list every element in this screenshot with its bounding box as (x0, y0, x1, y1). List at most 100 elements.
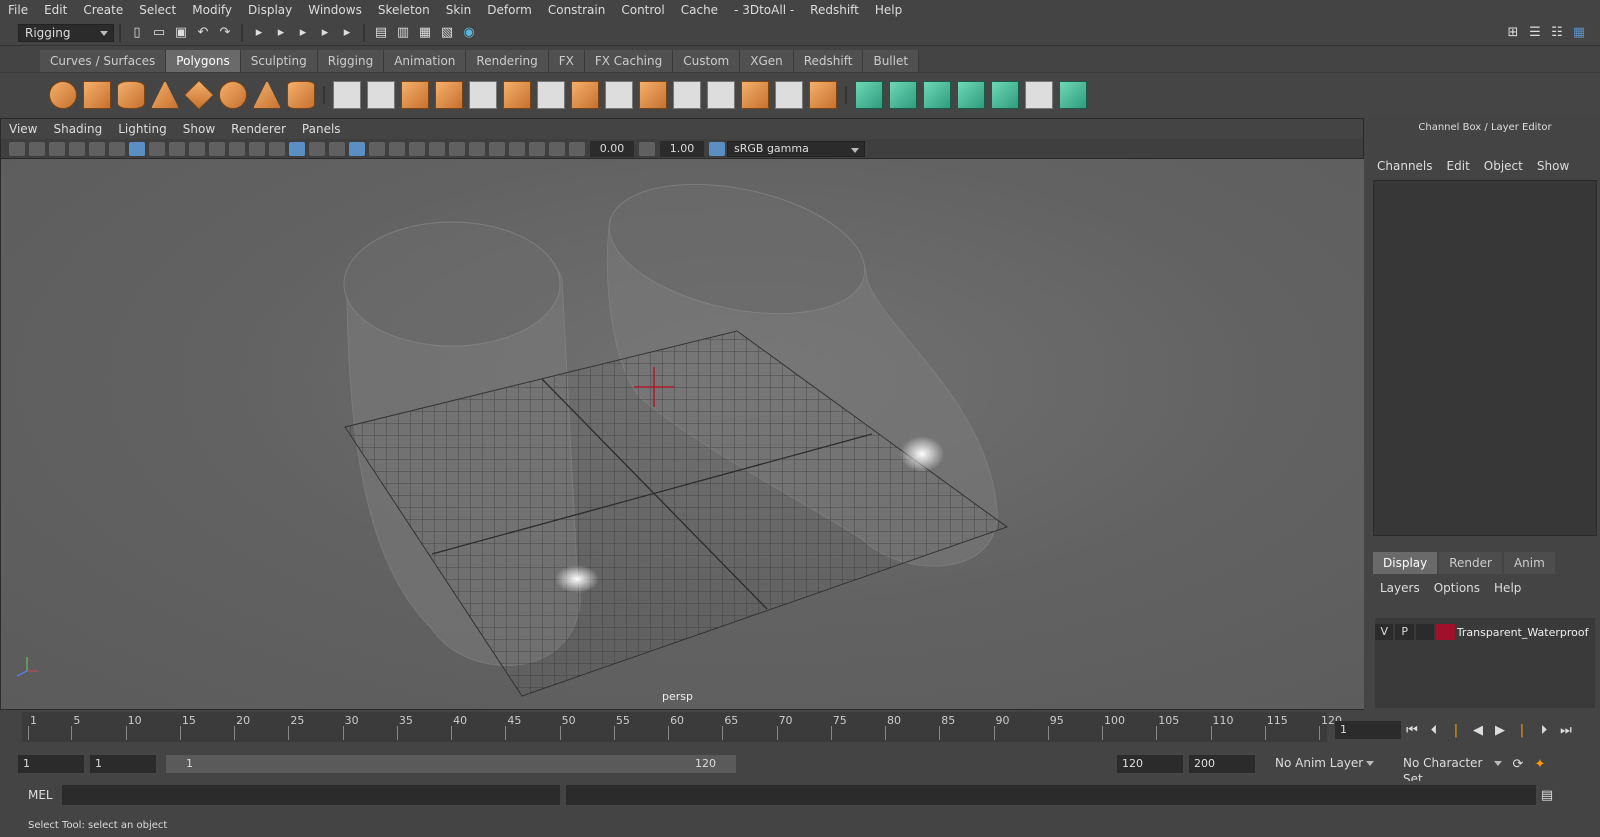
menu-redshift[interactable]: Redshift (802, 0, 867, 20)
channel-box-area[interactable] (1373, 180, 1597, 536)
menu-file[interactable]: File (0, 0, 36, 20)
xray-joints-icon[interactable] (529, 141, 545, 156)
selection-mask-icon[interactable]: ▸ (250, 24, 268, 42)
exposure-field[interactable]: 0.00 (590, 140, 634, 157)
tab-polygons[interactable]: Polygons (166, 49, 241, 72)
save-scene-icon[interactable]: ▣ (172, 24, 190, 42)
render-settings-icon[interactable]: ▧ (438, 24, 456, 42)
layer-visibility-toggle[interactable]: V (1375, 624, 1394, 640)
uv-planar-icon[interactable] (855, 80, 883, 109)
gamma-field[interactable]: 1.00 (660, 140, 704, 157)
menu-select[interactable]: Select (131, 0, 184, 20)
wireframe-on-shaded-icon[interactable] (329, 141, 345, 156)
cb-menu-edit[interactable]: Edit (1440, 154, 1477, 178)
2d-pan-zoom-icon[interactable] (89, 141, 105, 156)
attribute-editor-icon[interactable]: ☰ (1526, 24, 1544, 42)
prev-key-icon[interactable]: | (1447, 721, 1465, 739)
snap-plane-icon[interactable]: ▸ (338, 24, 356, 42)
image-plane-icon[interactable] (69, 141, 85, 156)
color-management-icon[interactable] (709, 141, 725, 156)
menu-skeleton[interactable]: Skeleton (370, 0, 438, 20)
script-language-label[interactable]: MEL (28, 788, 62, 802)
multi-cut-icon[interactable] (537, 80, 565, 109)
script-editor-icon[interactable]: ▤ (1538, 786, 1556, 804)
le-menu-options[interactable]: Options (1427, 576, 1487, 600)
playback-end-field[interactable]: 120 (1117, 755, 1183, 773)
step-forward-icon[interactable]: ⏵ (1535, 721, 1553, 739)
tool-settings-icon[interactable]: ☷ (1548, 24, 1566, 42)
poly-sphere-icon[interactable] (49, 80, 77, 109)
fill-hole-icon[interactable] (673, 80, 701, 109)
menu-skin[interactable]: Skin (438, 0, 480, 20)
vp-menu-panels[interactable]: Panels (294, 119, 349, 139)
safe-title-icon[interactable] (249, 141, 265, 156)
separate-icon[interactable] (367, 80, 395, 109)
playback-start-field[interactable]: 1 (90, 755, 156, 773)
range-slider[interactable]: 1 120 (166, 755, 736, 773)
menu-constrain[interactable]: Constrain (540, 0, 614, 20)
vp-menu-shading[interactable]: Shading (45, 119, 110, 139)
poly-pyramid-icon[interactable] (253, 80, 281, 109)
poly-cone-icon[interactable] (151, 80, 179, 109)
menu-windows[interactable]: Windows (300, 0, 370, 20)
menu-3dtoall[interactable]: - 3DtoAll - (726, 0, 802, 20)
anti-aliasing-icon[interactable] (449, 141, 465, 156)
uv-spherical-icon[interactable] (923, 80, 951, 109)
viewport-panel[interactable]: View Shading Lighting Show Renderer Pane… (0, 118, 1364, 710)
bookmark-icon[interactable] (49, 141, 65, 156)
poly-cylinder-icon[interactable] (117, 80, 145, 109)
tab-fx[interactable]: FX (548, 49, 585, 72)
new-scene-icon[interactable]: ▯ (128, 24, 146, 42)
smooth-shade-icon[interactable] (289, 141, 305, 156)
gamma-icon[interactable] (639, 141, 655, 156)
ambient-occlusion-icon[interactable] (409, 141, 425, 156)
tab-custom[interactable]: Custom (673, 49, 741, 72)
snap-curve-icon[interactable]: ▸ (294, 24, 312, 42)
field-chart-icon[interactable] (209, 141, 225, 156)
tab-rendering[interactable]: Rendering (466, 49, 549, 72)
menu-create[interactable]: Create (75, 0, 131, 20)
layer-display-type[interactable] (1415, 624, 1435, 640)
uv-unfold-icon[interactable] (991, 80, 1019, 109)
tab-curves-surfaces[interactable]: Curves / Surfaces (40, 49, 167, 72)
combine-icon[interactable] (333, 80, 361, 109)
xray-icon[interactable] (509, 141, 525, 156)
poly-cube-icon[interactable] (83, 80, 111, 109)
extrude-icon[interactable] (469, 80, 497, 109)
menu-deform[interactable]: Deform (479, 0, 540, 20)
tab-redshift[interactable]: Redshift (793, 49, 864, 72)
bevel-icon[interactable] (571, 80, 599, 109)
go-to-end-icon[interactable]: ⏭ (1557, 721, 1575, 739)
command-input[interactable] (62, 785, 560, 805)
uv-automatic-icon[interactable] (957, 80, 985, 109)
channel-box-icon[interactable]: ▦ (1570, 24, 1588, 42)
bridge-icon[interactable] (503, 80, 531, 109)
layer-color-swatch[interactable] (1436, 624, 1455, 640)
le-menu-layers[interactable]: Layers (1373, 576, 1427, 600)
smooth-icon[interactable] (435, 80, 463, 109)
tab-rigging[interactable]: Rigging (317, 49, 385, 72)
tab-sculpting[interactable]: Sculpting (240, 49, 318, 72)
layer-name[interactable]: Transparent_Waterproof (1457, 626, 1595, 639)
uv-layout-icon[interactable] (1059, 80, 1087, 109)
grid-icon[interactable] (129, 141, 145, 156)
tab-animation[interactable]: Animation (384, 49, 467, 72)
tab-bullet[interactable]: Bullet (863, 49, 920, 72)
insert-edge-loop-icon[interactable] (605, 80, 633, 109)
anim-start-field[interactable]: 1 (18, 755, 84, 773)
layer-row[interactable]: V P Transparent_Waterproof (1375, 622, 1595, 642)
uv-cylindrical-icon[interactable] (889, 80, 917, 109)
safe-action-icon[interactable] (229, 141, 245, 156)
uv-editor-icon[interactable] (1025, 80, 1053, 109)
tab-render[interactable]: Render (1439, 552, 1502, 574)
menu-help[interactable]: Help (867, 0, 910, 20)
xray-components-icon[interactable] (549, 141, 565, 156)
vp-menu-lighting[interactable]: Lighting (110, 119, 175, 139)
quad-draw-icon[interactable] (741, 80, 769, 109)
film-gate-icon[interactable] (149, 141, 165, 156)
make-live-icon[interactable] (809, 80, 837, 109)
current-frame-field[interactable]: 1 (1335, 721, 1401, 739)
animation-prefs-icon[interactable]: ✦ (1531, 755, 1549, 773)
gate-mask-icon[interactable] (189, 141, 205, 156)
anim-layer-dropdown[interactable]: No Anim Layer (1269, 755, 1379, 773)
